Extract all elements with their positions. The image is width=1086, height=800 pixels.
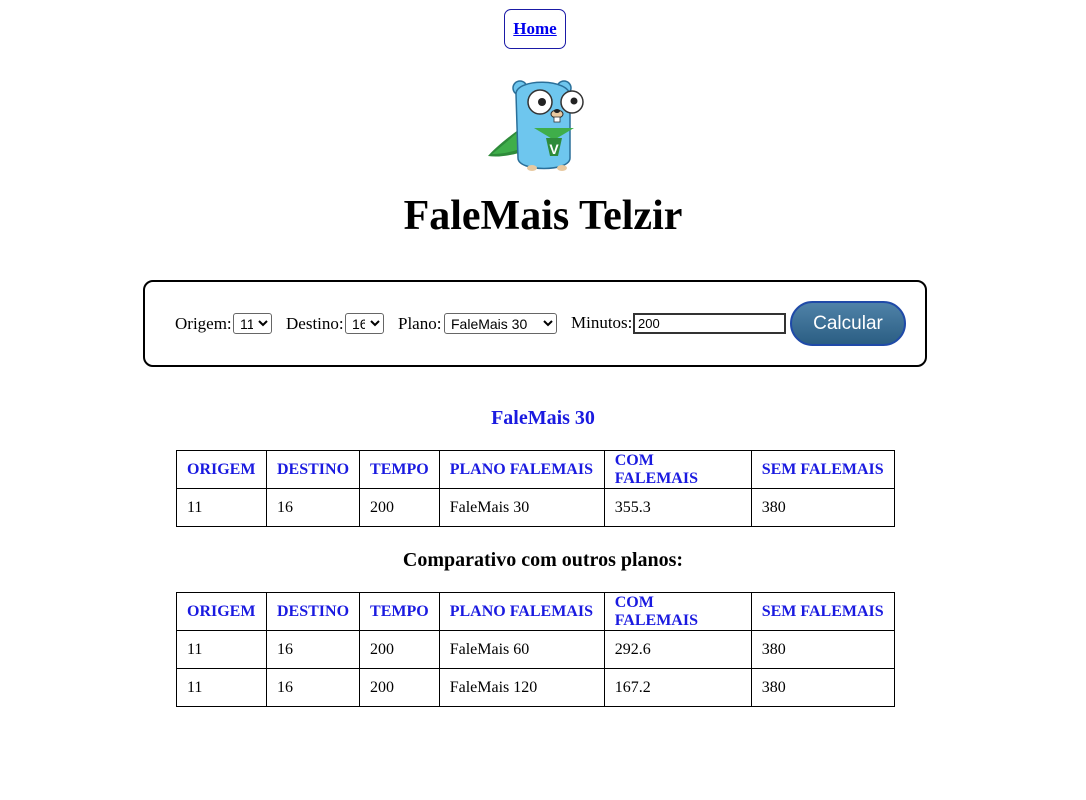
col-com-header: COM FALEMAIS <box>603 592 752 631</box>
cell-destino: 16 <box>265 668 361 707</box>
col-origem-header: ORIGEM <box>176 592 267 631</box>
nav-box: Home <box>504 9 566 49</box>
col-com-header: COM FALEMAIS <box>603 450 752 489</box>
cell-tempo: 200 <box>359 630 440 669</box>
table-row: 11 16 200 FaleMais 120 167.2 380 <box>176 668 895 707</box>
table-header-row: ORIGEM DESTINO TEMPO PLANO FALEMAIS COM … <box>176 592 895 631</box>
cell-sem: 380 <box>750 630 895 669</box>
cell-plano: FaleMais 120 <box>438 668 605 707</box>
comparison-title: Comparativo com outros planos: <box>402 549 684 571</box>
result-table: ORIGEM DESTINO TEMPO PLANO FALEMAIS COM … <box>176 450 895 527</box>
col-plano-header: PLANO FALEMAIS <box>438 450 605 489</box>
table-row: 11 16 200 FaleMais 60 292.6 380 <box>176 630 895 669</box>
comparison-table: ORIGEM DESTINO TEMPO PLANO FALEMAIS COM … <box>176 592 895 707</box>
col-tempo-header: TEMPO <box>359 450 440 489</box>
col-plano-header: PLANO FALEMAIS <box>438 592 605 631</box>
col-sem-header: SEM FALEMAIS <box>750 450 895 489</box>
origem-select[interactable]: 11 <box>233 313 272 334</box>
result-plan-title: FaleMais 30 <box>491 407 595 429</box>
gopher-logo: V <box>484 74 586 174</box>
col-sem-header: SEM FALEMAIS <box>750 592 895 631</box>
cell-destino: 16 <box>265 488 361 527</box>
col-destino-header: DESTINO <box>265 592 361 631</box>
svg-text:V: V <box>549 141 559 157</box>
page-title: FaleMais Telzir <box>403 193 683 239</box>
col-destino-header: DESTINO <box>265 450 361 489</box>
destino-label: Destino: <box>286 314 344 333</box>
cell-sem: 380 <box>750 488 895 527</box>
cell-tempo: 200 <box>359 488 440 527</box>
home-link[interactable]: Home <box>513 19 556 39</box>
cell-sem: 380 <box>750 668 895 707</box>
cell-origem: 11 <box>176 630 267 669</box>
cell-origem: 11 <box>176 488 267 527</box>
cell-plano: FaleMais 60 <box>438 630 605 669</box>
cell-com: 292.6 <box>603 630 752 669</box>
calcular-button[interactable]: Calcular <box>790 301 906 346</box>
cell-destino: 16 <box>265 630 361 669</box>
cell-plano: FaleMais 30 <box>438 488 605 527</box>
minutos-input[interactable] <box>633 313 786 334</box>
plano-label: Plano: <box>398 314 442 333</box>
cell-com: 167.2 <box>603 668 752 707</box>
origem-label: Origem: <box>175 314 232 333</box>
minutos-label: Minutos: <box>571 313 633 332</box>
col-tempo-header: TEMPO <box>359 592 440 631</box>
table-header-row: ORIGEM DESTINO TEMPO PLANO FALEMAIS COM … <box>176 450 895 489</box>
cell-origem: 11 <box>176 668 267 707</box>
plano-select[interactable]: FaleMais 30 <box>444 313 557 334</box>
cell-com: 355.3 <box>603 488 752 527</box>
cell-tempo: 200 <box>359 668 440 707</box>
table-row: 11 16 200 FaleMais 30 355.3 380 <box>176 488 895 527</box>
col-origem-header: ORIGEM <box>176 450 267 489</box>
destino-select[interactable]: 16 <box>345 313 384 334</box>
